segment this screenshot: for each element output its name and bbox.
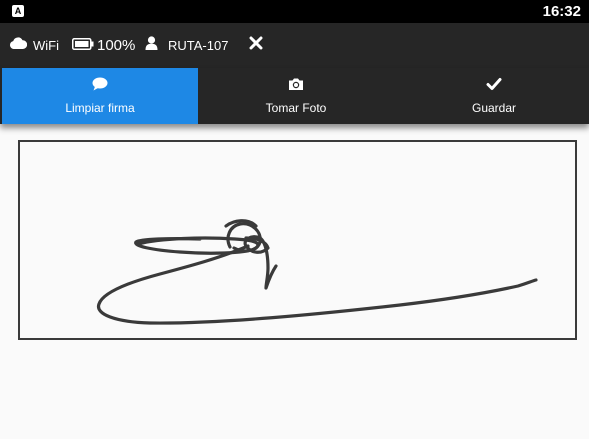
tab-save[interactable]: Guardar <box>396 68 589 124</box>
cloud-icon <box>9 36 28 55</box>
tab-label: Guardar <box>471 101 517 115</box>
close-button[interactable] <box>249 23 263 68</box>
status-bar: A 16:32 <box>0 0 589 23</box>
tab-clear-signature[interactable]: Limpiar firma <box>2 68 198 124</box>
battery-label: 100% <box>97 37 136 54</box>
check-icon <box>486 77 502 96</box>
user-icon <box>145 36 158 55</box>
wifi-status: WiFi <box>9 23 59 68</box>
camera-icon <box>288 77 304 96</box>
wifi-label: WiFi <box>33 38 59 53</box>
tab-label: Limpiar firma <box>65 101 135 115</box>
signature-canvas[interactable] <box>18 140 577 340</box>
tab-take-photo[interactable]: Tomar Foto <box>198 68 394 124</box>
clock: 16:32 <box>542 3 581 20</box>
action-toolbar: Limpiar firma Tomar Foto Guardar <box>0 68 589 124</box>
close-icon <box>249 36 263 55</box>
tab-label: Tomar Foto <box>265 101 327 115</box>
signature-stroke <box>96 219 538 325</box>
battery-icon <box>72 37 94 55</box>
info-bar: WiFi 100% RUTA-107 <box>0 23 589 68</box>
user-status: RUTA-107 <box>145 23 228 68</box>
user-label: RUTA-107 <box>168 38 229 53</box>
app-notification-icon: A <box>12 5 24 17</box>
battery-status: 100% <box>72 23 135 68</box>
comment-icon <box>92 77 108 96</box>
